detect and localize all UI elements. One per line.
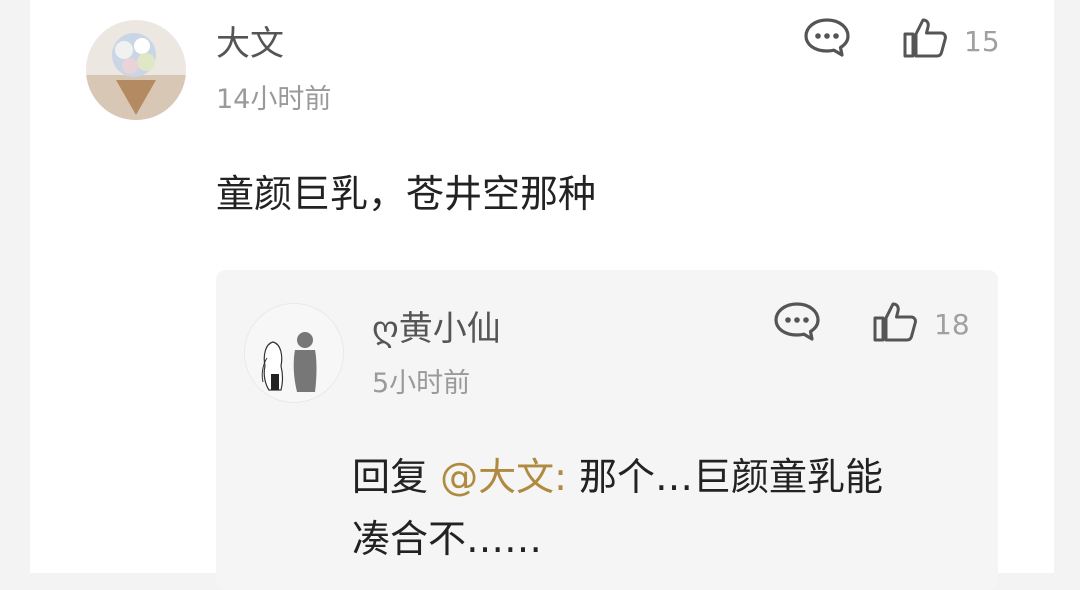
comment-time: 14小时前: [216, 84, 332, 115]
reply-prefix: 回复: [352, 455, 441, 499]
reply-author[interactable]: ღ黄小仙: [372, 312, 501, 346]
comment-author[interactable]: 大文: [216, 27, 284, 61]
reply-text-line1: 那个…巨颜童乳能: [566, 455, 883, 499]
reply-text-line2: 凑合不……: [352, 517, 543, 561]
comment-bubble-icon[interactable]: [773, 301, 821, 343]
mention-link[interactable]: @大文:: [440, 455, 567, 499]
comment-bubble-icon[interactable]: [803, 17, 851, 59]
thumbs-up-icon[interactable]: [872, 301, 918, 343]
comment-text: 童颜巨乳，苍井空那种: [216, 172, 597, 216]
comment-card: 大文 14小时前 15 童颜巨乳，苍井空那种 ღ黄小仙 5小时前 18 回复 @…: [30, 0, 1054, 590]
like-count: 15: [964, 25, 1000, 58]
avatar-image: [86, 20, 186, 120]
avatar-image: [245, 304, 343, 402]
reply-avatar[interactable]: [244, 303, 344, 403]
like-count: 18: [934, 308, 970, 341]
avatar[interactable]: [86, 20, 186, 120]
thumbs-up-icon[interactable]: [902, 17, 948, 59]
reply-time: 5小时前: [372, 368, 471, 399]
reply-text: 回复 @大文: 那个…巨颜童乳能 凑合不……: [352, 446, 952, 570]
